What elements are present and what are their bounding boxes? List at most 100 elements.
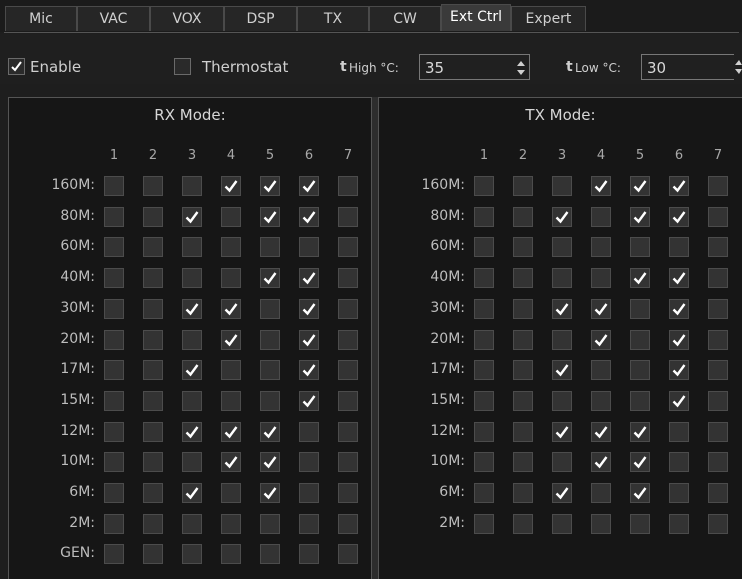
rx-band-output-checkbox[interactable] (221, 298, 241, 319)
tx-band-output-checkbox[interactable] (630, 452, 650, 473)
tx-band-output-checkbox[interactable] (630, 483, 650, 503)
tx-band-output-checkbox[interactable] (552, 237, 572, 258)
tx-band-output-checkbox[interactable] (513, 268, 533, 289)
rx-band-output-checkbox[interactable] (338, 329, 358, 350)
tx-band-output-checkbox[interactable] (630, 268, 650, 289)
tx-band-output-checkbox[interactable] (630, 298, 650, 319)
rx-band-output-checkbox[interactable] (182, 268, 202, 289)
thermostat-checkbox[interactable] (174, 58, 191, 75)
rx-band-output-checkbox[interactable] (338, 513, 358, 534)
tx-band-output-checkbox[interactable] (591, 237, 611, 258)
rx-band-output-checkbox[interactable] (221, 390, 241, 411)
tx-band-output-checkbox[interactable] (669, 329, 689, 350)
rx-band-output-checkbox[interactable] (221, 329, 241, 350)
rx-band-output-checkbox[interactable] (338, 544, 358, 565)
tx-band-output-checkbox[interactable] (591, 483, 611, 503)
tx-band-output-checkbox[interactable] (708, 452, 728, 473)
tab-vox[interactable]: VOX (150, 6, 224, 31)
tx-band-output-checkbox[interactable] (591, 513, 611, 534)
rx-band-output-checkbox[interactable] (104, 268, 124, 289)
rx-band-output-checkbox[interactable] (299, 483, 319, 503)
tx-band-output-checkbox[interactable] (630, 329, 650, 350)
rx-band-output-checkbox[interactable] (299, 390, 319, 411)
rx-band-output-checkbox[interactable] (143, 206, 163, 227)
rx-band-output-checkbox[interactable] (143, 237, 163, 258)
tx-band-output-checkbox[interactable] (474, 452, 494, 473)
rx-band-output-checkbox[interactable] (299, 452, 319, 473)
tx-band-output-checkbox[interactable] (474, 360, 494, 381)
tx-band-output-checkbox[interactable] (708, 237, 728, 258)
tx-band-output-checkbox[interactable] (552, 268, 572, 289)
rx-band-output-checkbox[interactable] (260, 544, 280, 565)
rx-band-output-checkbox[interactable] (143, 360, 163, 381)
rx-band-output-checkbox[interactable] (338, 390, 358, 411)
tx-band-output-checkbox[interactable] (474, 513, 494, 534)
rx-band-output-checkbox[interactable] (260, 483, 280, 503)
tx-band-output-checkbox[interactable] (513, 176, 533, 196)
rx-band-output-checkbox[interactable] (299, 329, 319, 350)
rx-band-output-checkbox[interactable] (221, 237, 241, 258)
tx-band-output-checkbox[interactable] (474, 390, 494, 411)
tx-band-output-checkbox[interactable] (513, 329, 533, 350)
tx-band-output-checkbox[interactable] (552, 483, 572, 503)
tx-band-output-checkbox[interactable] (630, 421, 650, 442)
rx-band-output-checkbox[interactable] (104, 329, 124, 350)
tx-band-output-checkbox[interactable] (630, 206, 650, 227)
rx-band-output-checkbox[interactable] (182, 452, 202, 473)
tab-vac[interactable]: VAC (77, 6, 150, 31)
tx-band-output-checkbox[interactable] (708, 390, 728, 411)
tab-expert[interactable]: Expert (511, 6, 586, 31)
tx-band-output-checkbox[interactable] (630, 513, 650, 534)
tx-band-output-checkbox[interactable] (669, 298, 689, 319)
rx-band-output-checkbox[interactable] (143, 452, 163, 473)
tx-band-output-checkbox[interactable] (708, 421, 728, 442)
tx-band-output-checkbox[interactable] (591, 452, 611, 473)
rx-band-output-checkbox[interactable] (338, 452, 358, 473)
tx-band-output-checkbox[interactable] (552, 206, 572, 227)
rx-band-output-checkbox[interactable] (143, 329, 163, 350)
tx-band-output-checkbox[interactable] (591, 360, 611, 381)
t-low-input[interactable] (645, 57, 729, 79)
tx-band-output-checkbox[interactable] (513, 298, 533, 319)
rx-band-output-checkbox[interactable] (260, 513, 280, 534)
rx-band-output-checkbox[interactable] (182, 544, 202, 565)
tab-tx[interactable]: TX (297, 6, 369, 31)
tx-band-output-checkbox[interactable] (513, 390, 533, 411)
rx-band-output-checkbox[interactable] (221, 483, 241, 503)
tx-band-output-checkbox[interactable] (630, 237, 650, 258)
rx-band-output-checkbox[interactable] (104, 544, 124, 565)
tx-band-output-checkbox[interactable] (591, 176, 611, 196)
rx-band-output-checkbox[interactable] (104, 176, 124, 196)
tx-band-output-checkbox[interactable] (669, 421, 689, 442)
rx-band-output-checkbox[interactable] (221, 268, 241, 289)
tx-band-output-checkbox[interactable] (591, 206, 611, 227)
rx-band-output-checkbox[interactable] (221, 544, 241, 565)
rx-band-output-checkbox[interactable] (104, 237, 124, 258)
tab-mic[interactable]: Mic (5, 6, 77, 31)
tx-band-output-checkbox[interactable] (591, 268, 611, 289)
tx-band-output-checkbox[interactable] (669, 452, 689, 473)
tx-band-output-checkbox[interactable] (552, 360, 572, 381)
rx-band-output-checkbox[interactable] (104, 206, 124, 227)
tx-band-output-checkbox[interactable] (669, 206, 689, 227)
rx-band-output-checkbox[interactable] (260, 268, 280, 289)
rx-band-output-checkbox[interactable] (221, 176, 241, 196)
rx-band-output-checkbox[interactable] (182, 390, 202, 411)
tx-band-output-checkbox[interactable] (513, 237, 533, 258)
rx-band-output-checkbox[interactable] (260, 452, 280, 473)
rx-band-output-checkbox[interactable] (182, 421, 202, 442)
tx-band-output-checkbox[interactable] (669, 360, 689, 381)
rx-band-output-checkbox[interactable] (221, 360, 241, 381)
tx-band-output-checkbox[interactable] (474, 298, 494, 319)
tx-band-output-checkbox[interactable] (552, 176, 572, 196)
tx-band-output-checkbox[interactable] (708, 360, 728, 381)
tx-band-output-checkbox[interactable] (630, 360, 650, 381)
tx-band-output-checkbox[interactable] (591, 329, 611, 350)
rx-band-output-checkbox[interactable] (338, 360, 358, 381)
tx-band-output-checkbox[interactable] (708, 176, 728, 196)
tx-band-output-checkbox[interactable] (669, 513, 689, 534)
tx-band-output-checkbox[interactable] (708, 268, 728, 289)
rx-band-output-checkbox[interactable] (143, 390, 163, 411)
tx-band-output-checkbox[interactable] (552, 329, 572, 350)
tx-band-output-checkbox[interactable] (591, 421, 611, 442)
